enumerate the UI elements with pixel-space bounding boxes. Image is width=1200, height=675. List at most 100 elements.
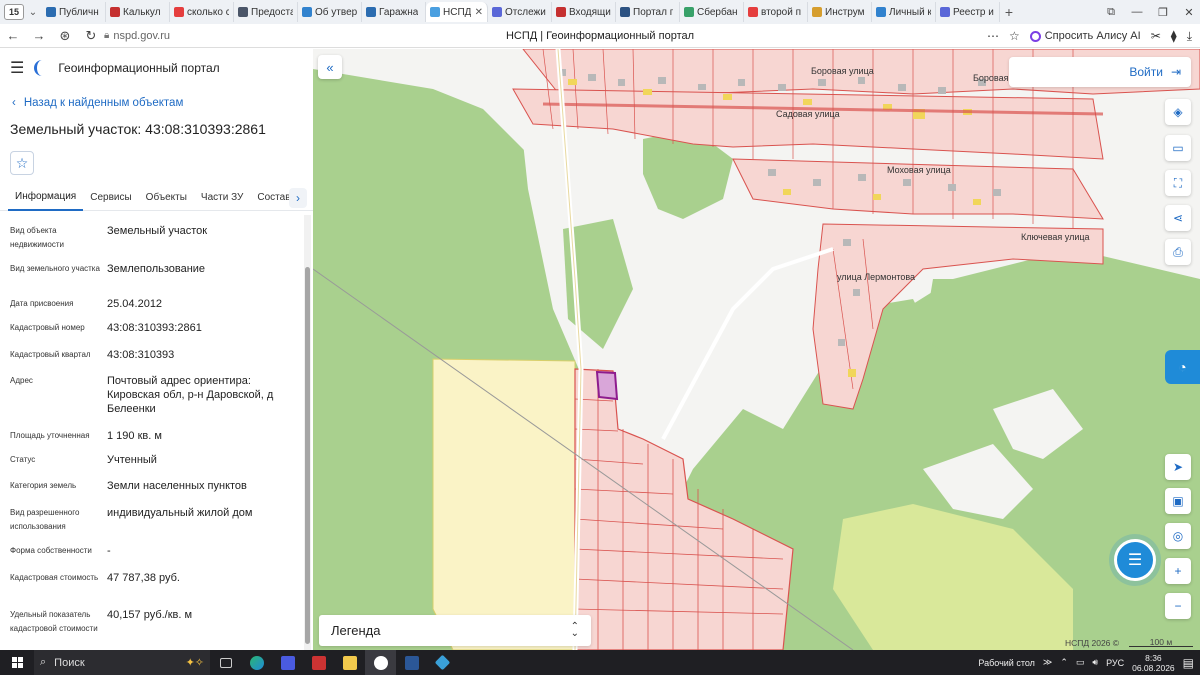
notifications-icon[interactable]: ▤: [1183, 656, 1194, 670]
login-button[interactable]: Войти ⇥: [1009, 57, 1191, 87]
network-icon[interactable]: ▭: [1076, 657, 1085, 668]
property-value: Земельный участок: [107, 225, 208, 237]
bookmark-page-icon[interactable]: ☆: [1009, 29, 1020, 43]
chat-fab-button[interactable]: ☰: [1114, 539, 1156, 581]
app-icon[interactable]: [303, 650, 334, 675]
zoom-out-button[interactable]: −: [1165, 593, 1191, 619]
back-arrow-icon[interactable]: ←: [0, 28, 26, 43]
url-field[interactable]: nspd.gov.ru: [113, 30, 170, 42]
legend-dropdown[interactable]: Легенда ⌃ ⌄: [319, 615, 591, 646]
browser-tab[interactable]: Отслежи: [488, 2, 552, 22]
tab-information[interactable]: Информация: [8, 185, 84, 211]
start-button[interactable]: [0, 657, 34, 668]
tabs-next-chevron-icon[interactable]: ›: [289, 188, 307, 208]
edge-icon[interactable]: [241, 650, 272, 675]
property-key: Форма собственности: [10, 546, 92, 555]
browser-tab[interactable]: Инструм: [808, 2, 872, 22]
download-icon[interactable]: ⤓: [1187, 29, 1192, 44]
crosshair-icon: ◎: [1172, 529, 1184, 543]
store-icon[interactable]: [272, 650, 303, 675]
properties-scrollbar[interactable]: [304, 215, 311, 650]
bookmark-icon[interactable]: ⧉: [1100, 6, 1122, 19]
browser-tab[interactable]: Об утвер: [298, 2, 362, 22]
tab-counter[interactable]: 15: [4, 4, 24, 20]
browser-tab[interactable]: Предоста: [234, 2, 298, 22]
desktop-label[interactable]: Рабочий стол: [978, 658, 1035, 668]
yandex-browser-icon[interactable]: [365, 650, 396, 675]
tab-label: Реестр и: [953, 6, 994, 18]
puzzle-icon[interactable]: ⧫: [1171, 29, 1177, 43]
browser-tab[interactable]: второй п: [744, 2, 808, 22]
geolocation-button[interactable]: ◎: [1165, 523, 1191, 549]
collapse-panel-button[interactable]: «: [318, 55, 342, 79]
forward-arrow-icon[interactable]: →: [26, 28, 52, 43]
protect-icon[interactable]: ⊛: [52, 28, 78, 44]
tab-services[interactable]: Сервисы: [83, 185, 138, 211]
assistant-side-button[interactable]: ◔: [1165, 350, 1200, 384]
lock-icon: 🔒︎: [104, 30, 110, 41]
more-icon[interactable]: ⋯: [987, 29, 999, 43]
tab-favicon-icon: [684, 7, 694, 17]
browser-tab[interactable]: НСПД ✕: [426, 2, 488, 22]
minimize-icon[interactable]: —: [1126, 6, 1148, 18]
browser-tab[interactable]: Калькул: [106, 2, 170, 22]
extensions-icon[interactable]: ✂: [1151, 29, 1161, 43]
scrollbar-thumb[interactable]: [305, 267, 310, 644]
tab-label: Сбербан: [697, 6, 738, 18]
tray-chevron-icon[interactable]: ⌃: [1060, 657, 1068, 668]
tab-close-icon[interactable]: ✕: [475, 7, 483, 18]
browser-tab[interactable]: Портал г: [616, 2, 680, 22]
file-explorer-icon[interactable]: [334, 650, 365, 675]
3d-viewer-icon[interactable]: [427, 650, 458, 675]
property-value: 40,157 руб./кв. м: [107, 609, 193, 621]
select-area-button[interactable]: ⛶: [1165, 170, 1191, 196]
menu-icon[interactable]: ☰: [10, 58, 24, 78]
property-key: Статус: [10, 455, 36, 464]
tab-parcel-parts[interactable]: Части ЗУ: [194, 185, 250, 211]
property-value: Земли населенных пунктов: [107, 480, 247, 492]
language-indicator[interactable]: РУС: [1106, 658, 1124, 668]
layers-button[interactable]: ◈: [1165, 99, 1191, 125]
property-key: Вид объекта недвижимости: [10, 226, 64, 249]
print-button[interactable]: ⎙: [1165, 239, 1191, 265]
tab-favicon-icon: [174, 7, 184, 17]
property-key: Площадь уточненная: [10, 431, 90, 440]
close-window-icon[interactable]: ✕: [1178, 6, 1200, 19]
clock[interactable]: 8:36 06.08.2026: [1132, 653, 1175, 673]
minimap-button[interactable]: ▣: [1165, 488, 1191, 514]
property-key: Категория земель: [10, 481, 77, 490]
tab-list-chevron-icon[interactable]: ⌄: [24, 7, 42, 18]
browser-tab[interactable]: Публичн: [42, 2, 106, 22]
word-icon[interactable]: [396, 650, 427, 675]
tab-favicon-icon: [302, 7, 312, 17]
tab-label: Инструм: [825, 6, 865, 18]
alice-icon: [1029, 30, 1041, 42]
tab-favicon-icon: [238, 7, 248, 17]
browser-tab[interactable]: Личный к: [872, 2, 936, 22]
browser-tab[interactable]: Гаражна: [362, 2, 426, 22]
desktop-chevron-icon[interactable]: ≫: [1043, 657, 1052, 668]
share-button[interactable]: ⋖: [1165, 205, 1191, 231]
tab-objects[interactable]: Объекты: [139, 185, 194, 211]
task-view-icon[interactable]: [210, 650, 241, 675]
favorite-star-button[interactable]: ☆: [10, 151, 34, 175]
tab-label: Портал г: [633, 6, 674, 18]
ask-alice-button[interactable]: Спросить Алису AI: [1029, 30, 1141, 42]
browser-tab[interactable]: Входящи: [552, 2, 616, 22]
system-tray: Рабочий стол ≫ ⌃ ▭ 🔊︎ РУС 8:36 06.08.2026…: [978, 650, 1200, 675]
tab-favicon-icon: [620, 7, 630, 17]
cadastral-map[interactable]: « Войти ⇥ ◈ ▭ ⛶ ⋖ ⎙ ◔ ➤ ▣ ◎ + − ☰ Боровая…: [313, 49, 1200, 650]
locate-button[interactable]: ➤: [1165, 454, 1191, 480]
maximize-icon[interactable]: ❐: [1152, 6, 1174, 19]
browser-tab[interactable]: Сбербан: [680, 2, 744, 22]
browser-tab[interactable]: сколько с: [170, 2, 234, 22]
ask-alice-label: Спросить Алису AI: [1044, 30, 1141, 42]
browser-tab[interactable]: Реестр и: [936, 2, 1000, 22]
new-tab-plus-icon[interactable]: +: [1000, 4, 1018, 20]
taskbar-search[interactable]: ⌕ Поиск ✦✧: [34, 650, 210, 675]
zoom-in-button[interactable]: +: [1165, 558, 1191, 584]
reload-icon[interactable]: ↻: [78, 28, 104, 44]
back-to-results-link[interactable]: ‹ Назад к найденным объектам: [12, 95, 313, 111]
volume-icon[interactable]: 🔊︎: [1092, 657, 1098, 668]
measure-button[interactable]: ▭: [1165, 135, 1191, 161]
